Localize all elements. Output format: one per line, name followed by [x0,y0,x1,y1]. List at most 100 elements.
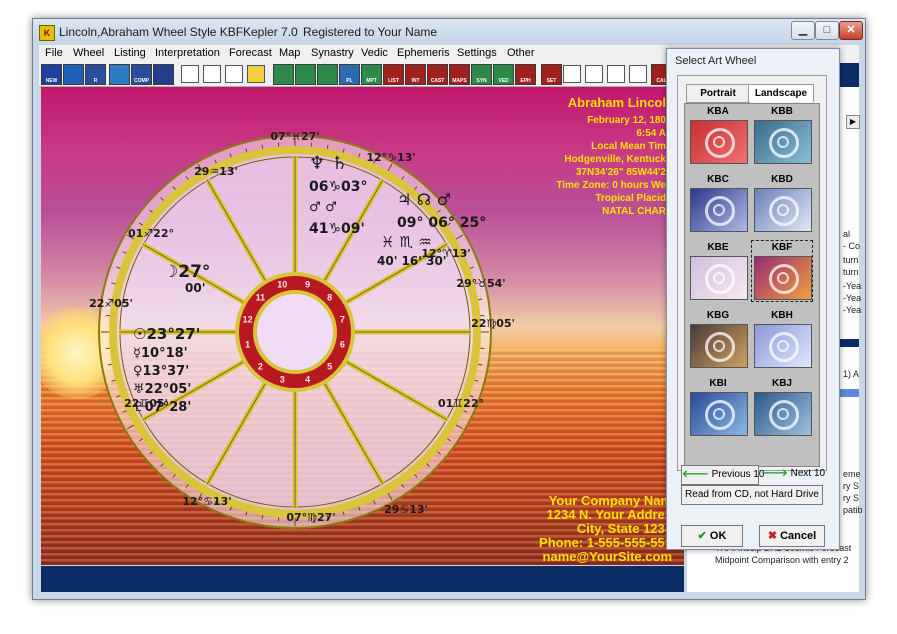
menu-listing[interactable]: Listing [114,47,146,59]
toolbar-button[interactable] [629,65,647,83]
wheel-hub-icon [713,204,725,216]
status-strip [41,566,684,592]
toolbar-button[interactable] [225,65,243,83]
toolbar-button[interactable]: VED [493,64,514,85]
tab-portrait[interactable]: Portrait [686,84,750,103]
cusp-degree-label: 22♍05' [471,317,515,330]
art-wheel-thumbnail[interactable] [754,120,812,164]
toolbar-button[interactable]: EPH [515,64,536,85]
menu-file[interactable]: File [45,47,63,59]
art-wheel-thumbnail[interactable] [754,324,812,368]
toolbar-button[interactable] [109,64,130,85]
art-wheel-thumbnail[interactable] [690,324,748,368]
toolbar-button[interactable]: MPT [361,64,382,85]
planet-glyph: 40' 16' 30' [377,254,446,268]
degree-tick [261,515,264,520]
wheel-hub-icon [713,272,725,284]
toolbar-button[interactable] [273,64,294,85]
chart-info-line: 6:54 A [636,128,666,139]
toolbar-button[interactable] [153,64,174,85]
chart-canvas: 10 11 12 1 2 3 4 5 6 7 8 9 07°♓27' 12°♑13' 29♒13' 01♐22… [41,87,684,565]
chart-info-line: Tropical Placid [595,193,666,204]
thumbnail-label: KBA [707,106,729,117]
chart-info-line: February 12, 180 [587,115,666,126]
toolbar-button[interactable]: SET [541,64,562,85]
toolbar-button-label: NEW [45,78,58,84]
tab-landscape[interactable]: Landscape [748,84,814,102]
maximize-button[interactable]: □ [815,21,839,40]
toolbar-button[interactable]: PL [339,64,360,85]
menu-wheel[interactable]: Wheel [73,47,104,59]
toolbar-button-label: VED [498,78,509,84]
cusp-degree-label: 29♋13' [384,503,428,516]
toolbar-button[interactable] [181,65,199,83]
art-wheel-thumbnail[interactable] [690,120,748,164]
menu-map[interactable]: Map [279,47,300,59]
menu-vedic[interactable]: Vedic [361,47,388,59]
menu-settings[interactable]: Settings [457,47,497,59]
thumbnail-label: KBG [706,310,730,321]
menu-forecast[interactable]: Forecast [229,47,272,59]
thumbnail-label: KBB [771,106,793,117]
toolbar-button[interactable] [203,65,221,83]
toolbar-button[interactable]: SYN [471,64,492,85]
cancel-button[interactable]: ✖ Cancel [759,525,825,547]
toolbar-button[interactable]: MAPS [449,64,470,85]
planet-glyph: ♆ ♄ [309,153,348,174]
toolbar-button[interactable] [63,64,84,85]
thumbnail-grid: KBA KBB KBC KBD KBE KBF KBG KBH KBI KBJ [684,103,820,467]
house-number: 5 [327,362,332,372]
menu-synastry[interactable]: Synastry [311,47,354,59]
art-wheel-thumbnail[interactable] [690,188,748,232]
read-from-cd-button[interactable]: Read from CD, not Hard Drive [681,485,823,505]
degree-tick [261,144,264,149]
toolbar-button[interactable] [607,65,625,83]
toolbar-button[interactable]: LIST [383,64,404,85]
art-wheel-thumbnail[interactable] [754,188,812,232]
ok-button[interactable]: ✔ OK [681,525,743,547]
toolbar-button[interactable] [295,64,316,85]
toolbar-button[interactable]: R [85,64,106,85]
degree-tick [478,298,483,301]
art-wheel-thumbnail[interactable] [754,392,812,436]
menu-interpretation[interactable]: Interpretation [155,47,220,59]
toolbar-button[interactable]: CAST [427,64,448,85]
toolbar-button[interactable]: NEW [41,64,62,85]
menu-other[interactable]: Other [507,47,535,59]
house-number: 10 [277,280,287,290]
wheel-hub-icon [713,340,725,352]
chart-info-line: Local Mean Tim [591,141,666,152]
menu-ephemeris[interactable]: Ephemeris [397,47,450,59]
house-number: 3 [280,374,285,384]
side-panel-text: turn [843,255,859,265]
close-button[interactable]: ✕ [839,21,863,40]
chart-info-line: Hodgenville, Kentuck [564,154,666,165]
toolbar-button[interactable] [563,65,581,83]
art-wheel-thumbnail[interactable] [690,392,748,436]
degree-tick [107,363,112,366]
side-panel-text: 1) A [843,369,860,379]
minimize-button[interactable]: ▁ [791,21,815,40]
wheel-hub-icon [777,408,789,420]
toolbar-button[interactable]: INT [405,64,426,85]
window-title-chart: Lincoln,Abraham Wheel Style KBF [59,25,244,39]
cusp-degree-label: 07°♍27' [286,511,335,524]
company-address: 1234 N. Your Addres [546,507,672,522]
previous-10-button[interactable]: 🡐 Previous 10 [681,465,764,485]
side-panel-text: ry S [843,493,860,503]
toolbar-button[interactable] [585,65,603,83]
scroll-right-icon[interactable]: ▶ [846,115,860,129]
company-name: Your Company Nam [548,493,672,508]
next-10-button[interactable]: 🡒 Next 10 [761,465,825,483]
toolbar-button-label: EPH [520,78,531,84]
toolbar-button-label: PL [346,78,353,84]
house-number: 2 [258,362,263,372]
side-panel-text: -Yea [843,293,862,303]
toolbar-button[interactable]: COMP [131,64,152,85]
house-number: 11 [256,292,266,302]
art-wheel-thumbnail[interactable] [690,256,748,300]
side-panel-text: -Yea [843,305,862,315]
toolbar-button[interactable] [247,65,265,83]
toolbar-button[interactable] [317,64,338,85]
side-panel-text: Midpoint Comparison with entry 2 [715,555,849,565]
